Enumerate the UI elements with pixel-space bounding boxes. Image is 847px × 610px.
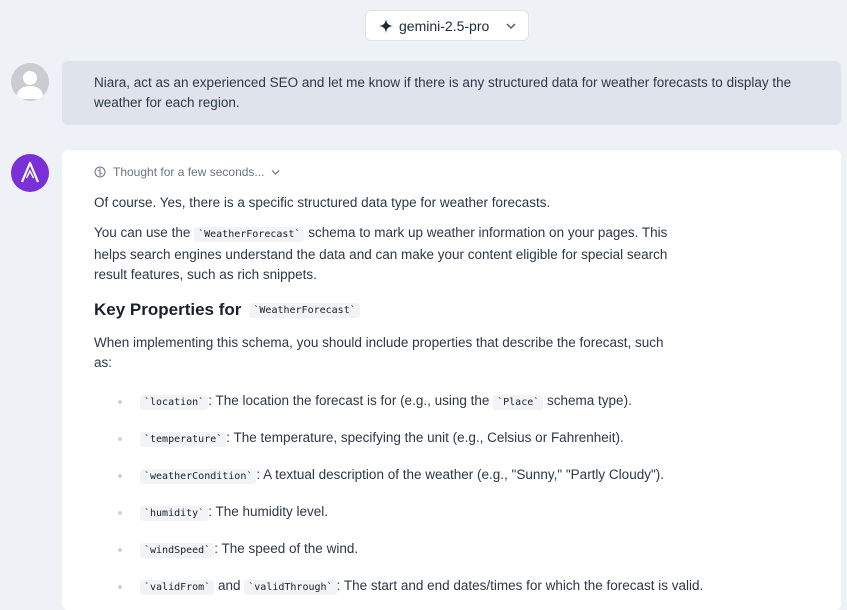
thought-label: Thought for a few seconds... bbox=[113, 165, 265, 179]
list-item: `validFrom` and `validThrough`: The star… bbox=[118, 576, 720, 598]
response-intro: Of course. Yes, there is a specific stru… bbox=[94, 195, 551, 210]
chevron-down-icon bbox=[506, 23, 516, 29]
bullet-icon bbox=[118, 474, 122, 478]
assistant-logo-icon bbox=[20, 161, 40, 183]
user-message: Niara, act as an experienced SEO and let… bbox=[62, 61, 841, 125]
model-name: gemini-2.5-pro bbox=[399, 18, 490, 34]
inline-code: `WeatherForecast` bbox=[249, 302, 360, 318]
brain-icon bbox=[94, 166, 106, 178]
item-text: : A textual description of the weather (… bbox=[256, 467, 664, 482]
item-text: : The location the forecast is for (e.g.… bbox=[208, 393, 494, 408]
thought-toggle[interactable]: Thought for a few seconds... bbox=[94, 164, 809, 180]
bullet-icon bbox=[118, 548, 122, 552]
sparkle-icon bbox=[379, 19, 393, 33]
inline-code: `WeatherForecast` bbox=[194, 227, 305, 242]
bullet-icon bbox=[118, 585, 122, 589]
assistant-avatar bbox=[11, 154, 49, 192]
assistant-response: Thought for a few seconds... Of course. … bbox=[62, 150, 841, 610]
inline-code: `Place` bbox=[493, 395, 544, 410]
item-text: and bbox=[214, 578, 245, 593]
inline-code: `windSpeed` bbox=[140, 543, 215, 558]
list-item: `location`: The location the forecast is… bbox=[118, 391, 720, 413]
bullet-icon bbox=[118, 400, 122, 404]
bullet-icon bbox=[118, 511, 122, 515]
item-text: : The start and end dates/times for whic… bbox=[336, 578, 704, 593]
inline-code: `temperature` bbox=[140, 432, 227, 447]
user-message-text: Niara, act as an experienced SEO and let… bbox=[94, 75, 792, 110]
model-selector[interactable]: gemini-2.5-pro bbox=[365, 10, 529, 41]
item-text: : The temperature, specifying the unit (… bbox=[226, 430, 624, 445]
item-text: schema type). bbox=[543, 393, 632, 408]
user-silhouette-icon bbox=[16, 71, 44, 99]
response-lead: When implementing this schema, you shoul… bbox=[94, 335, 664, 370]
list-item: `humidity`: The humidity level. bbox=[118, 502, 720, 524]
property-list: `location`: The location the forecast is… bbox=[94, 391, 809, 598]
user-avatar bbox=[11, 63, 49, 101]
inline-code: `weatherCondition` bbox=[140, 469, 257, 484]
list-item: `temperature`: The temperature, specifyi… bbox=[118, 428, 720, 450]
item-text: : The speed of the wind. bbox=[214, 541, 359, 556]
chevron-down-icon bbox=[271, 169, 280, 175]
paragraph-text: You can use the bbox=[94, 225, 195, 240]
list-item: `windSpeed`: The speed of the wind. bbox=[118, 539, 720, 561]
inline-code: `location` bbox=[140, 395, 209, 410]
heading-text: Key Properties for bbox=[94, 300, 242, 319]
response-paragraph: You can use the `WeatherForecast` schema… bbox=[94, 223, 684, 285]
section-heading: Key Properties for `WeatherForecast` bbox=[94, 299, 809, 321]
inline-code: `humidity` bbox=[140, 506, 209, 521]
item-text: : The humidity level. bbox=[208, 504, 329, 519]
bullet-icon bbox=[118, 437, 122, 441]
list-item: `weatherCondition`: A textual descriptio… bbox=[118, 465, 720, 487]
